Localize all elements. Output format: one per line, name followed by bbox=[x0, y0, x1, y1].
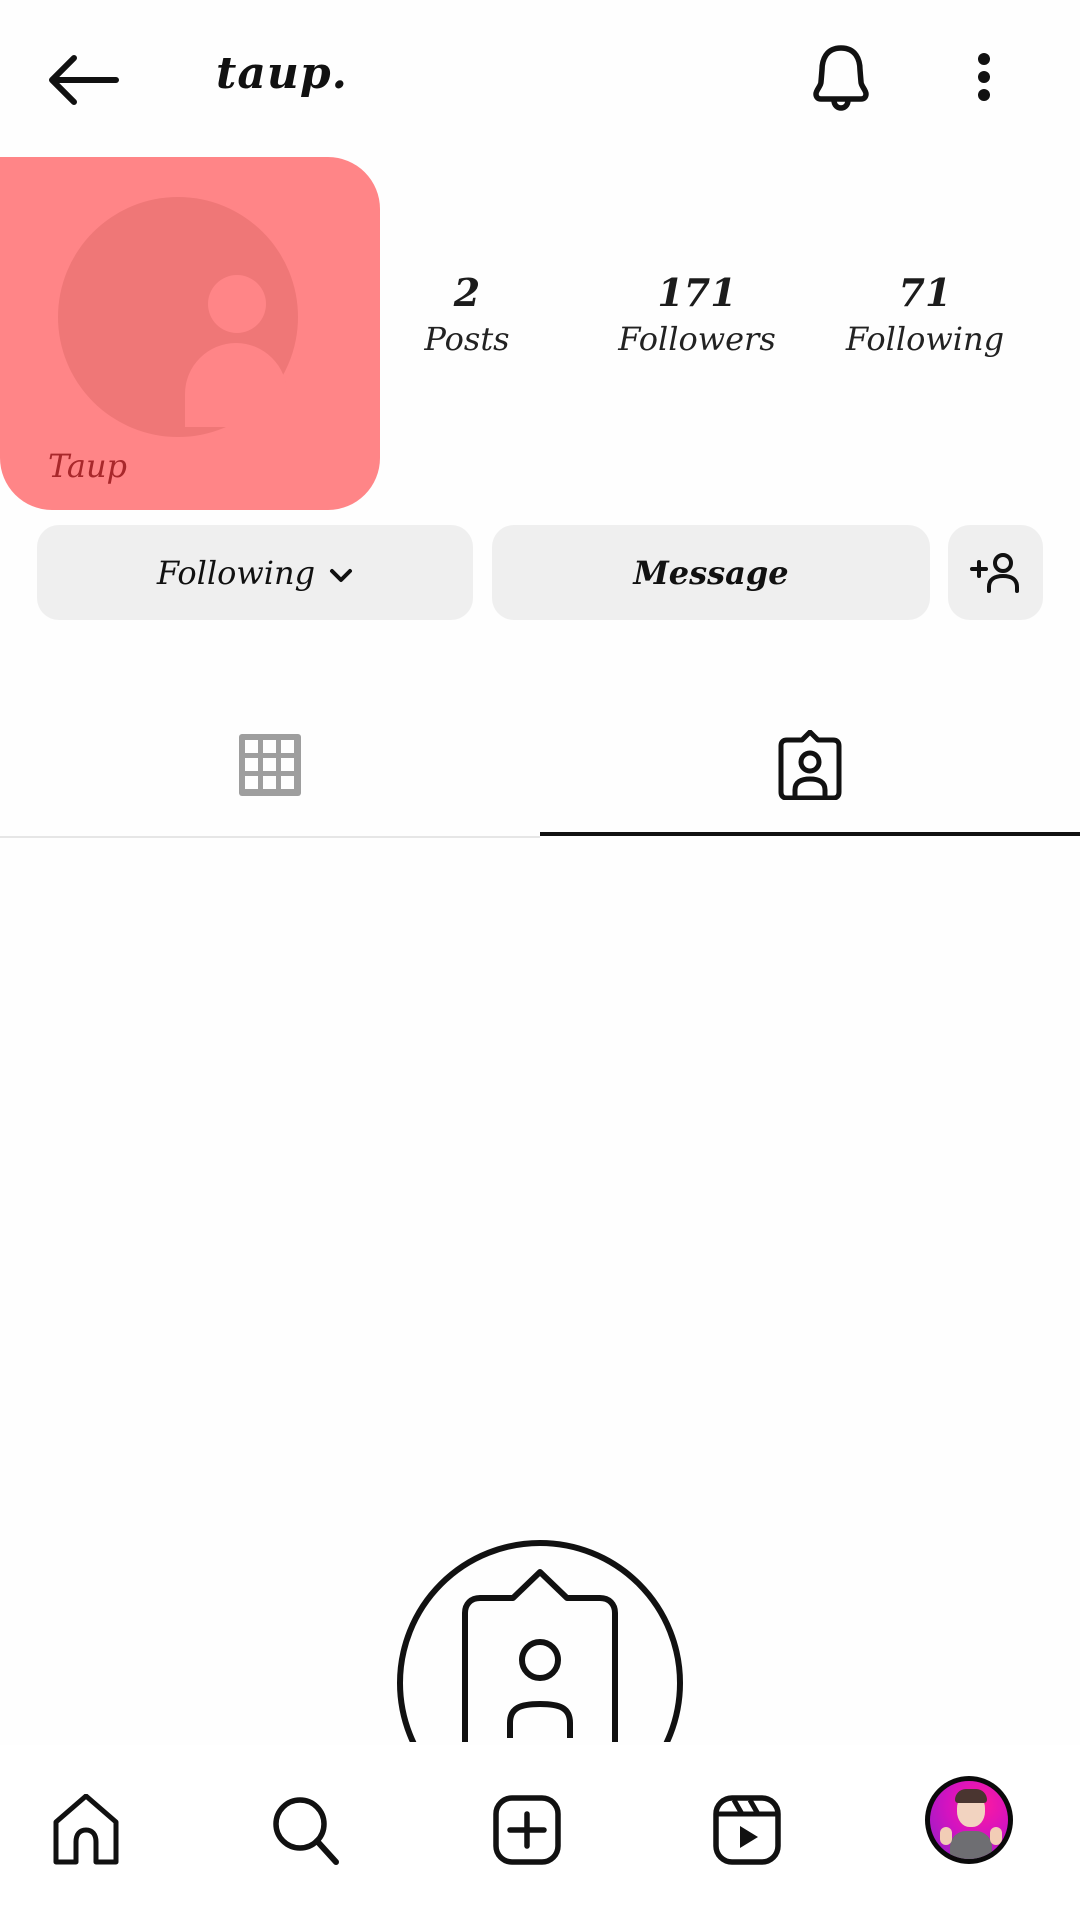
default-person-icon bbox=[58, 197, 298, 437]
tagged-person-icon bbox=[778, 730, 842, 800]
tagged-empty-state-icon bbox=[395, 1538, 685, 1742]
nav-home[interactable] bbox=[41, 1785, 131, 1875]
stat-followers[interactable]: 171 Followers bbox=[597, 270, 797, 362]
notifications-button[interactable] bbox=[806, 42, 876, 114]
arrow-left-icon bbox=[49, 55, 119, 105]
kebab-menu-icon bbox=[978, 53, 990, 101]
nav-reels[interactable] bbox=[702, 1785, 792, 1875]
active-tab-indicator bbox=[540, 832, 1080, 836]
following-label: Following bbox=[845, 320, 1005, 358]
message-button[interactable]: Message bbox=[492, 525, 930, 620]
tagged-person-icon bbox=[397, 1540, 683, 1742]
nav-create[interactable] bbox=[482, 1785, 572, 1875]
person-head-shape bbox=[208, 275, 266, 333]
tab-posts-grid[interactable] bbox=[0, 700, 540, 830]
profile-username-title: taup. bbox=[216, 48, 348, 99]
reels-icon bbox=[713, 1795, 781, 1865]
bottom-navigation bbox=[0, 1745, 1080, 1920]
bell-icon bbox=[813, 45, 869, 111]
avatar bbox=[925, 1776, 1013, 1864]
following-button[interactable]: Following bbox=[37, 525, 473, 620]
home-icon bbox=[53, 1794, 119, 1865]
message-button-label: Message bbox=[633, 553, 789, 592]
person-body-shape bbox=[185, 343, 287, 427]
profile-picture[interactable]: Taup bbox=[0, 157, 380, 510]
following-button-label: Following bbox=[156, 553, 316, 592]
posts-count: 2 bbox=[453, 270, 481, 315]
nav-search[interactable] bbox=[261, 1785, 351, 1875]
stat-posts[interactable]: 2 Posts bbox=[367, 270, 567, 362]
back-button[interactable] bbox=[44, 50, 124, 110]
grid-icon bbox=[239, 734, 301, 796]
nav-profile[interactable] bbox=[922, 1773, 1016, 1867]
tab-tagged[interactable] bbox=[540, 700, 1080, 830]
stat-following[interactable]: 71 Following bbox=[825, 270, 1025, 362]
suggest-people-button[interactable] bbox=[948, 525, 1043, 620]
profile-display-name: Taup bbox=[48, 447, 128, 485]
posts-label: Posts bbox=[424, 320, 510, 358]
chevron-down-icon bbox=[329, 554, 353, 592]
more-options-button[interactable] bbox=[962, 50, 1006, 110]
add-person-icon bbox=[969, 552, 1019, 593]
followers-count: 171 bbox=[657, 270, 737, 315]
followers-label: Followers bbox=[618, 320, 776, 358]
following-count: 71 bbox=[898, 270, 952, 315]
tab-divider bbox=[0, 836, 540, 838]
plus-square-icon bbox=[493, 1795, 561, 1865]
search-icon bbox=[273, 1797, 339, 1865]
